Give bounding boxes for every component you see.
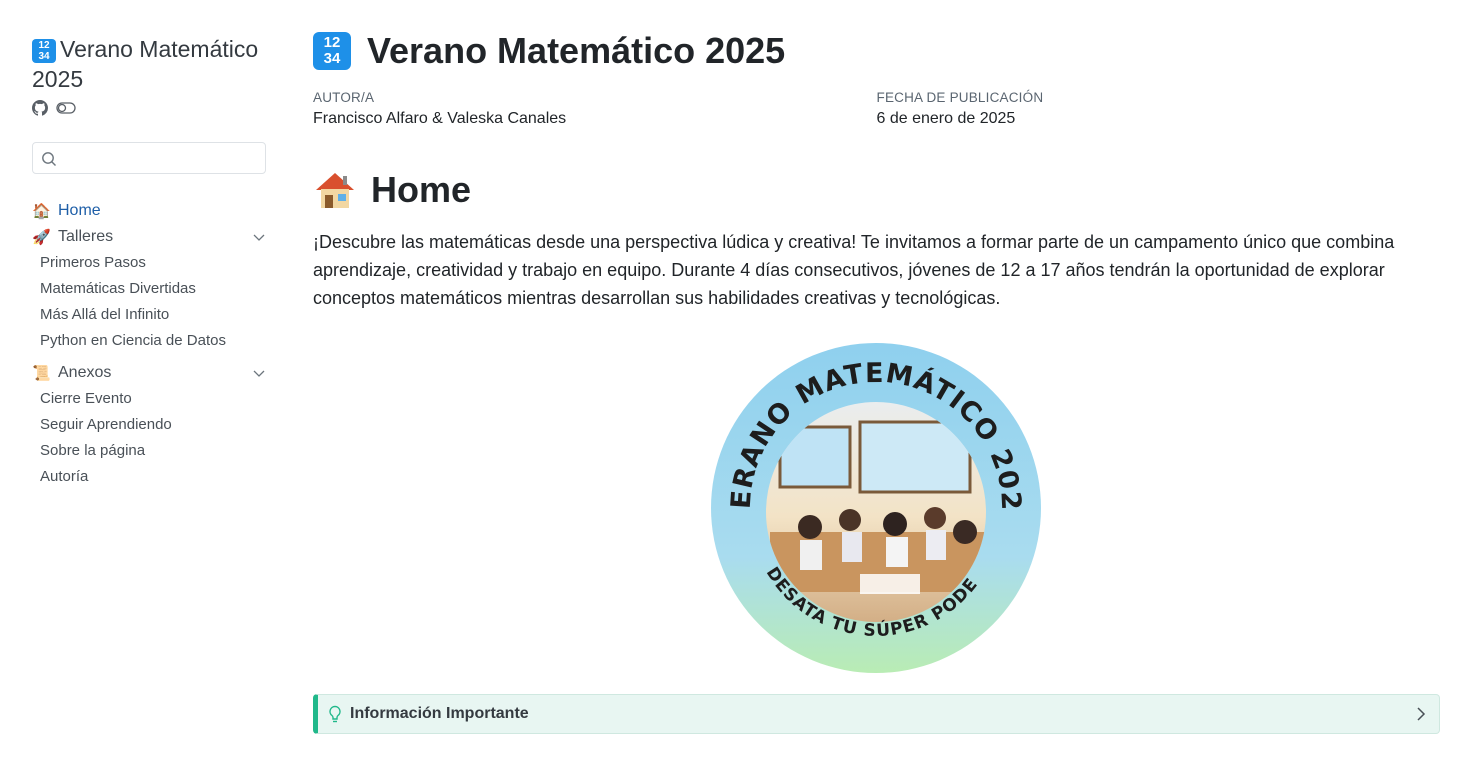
event-logo: VERANO MATEMÁTICO 2025 DESATA TU SÚPER P… <box>699 318 1042 674</box>
sidebar-item-cierre-evento[interactable]: Cierre Evento <box>32 386 266 412</box>
house-icon <box>316 173 354 208</box>
search-icon <box>42 152 56 166</box>
sidebar-item-seguir-aprendiendo[interactable]: Seguir Aprendiendo <box>32 412 266 438</box>
page-title-text: Verano Matemático 2025 <box>367 30 786 71</box>
author-block: AUTOR/A Francisco Alfaro & Valeska Canal… <box>313 90 877 128</box>
sidebar-item-primeros-pasos[interactable]: Primeros Pasos <box>32 250 266 276</box>
sidebar-nav: 🏠 Home 🚀 Talleres Primeros Pasos Matemát… <box>32 198 266 490</box>
date-value: 6 de enero de 2025 <box>876 110 1016 127</box>
sidebar-section-label: Anexos <box>58 364 112 381</box>
date-label: FECHA DE PUBLICACIÓN <box>876 90 1044 105</box>
sidebar-item-matematicas-divertidas[interactable]: Matemáticas Divertidas <box>32 276 266 302</box>
site-title-text: Verano Matemático 2025 <box>32 36 259 92</box>
house-icon: 🏠 <box>32 203 51 220</box>
author-label: AUTOR/A <box>313 90 375 105</box>
dark-mode-toggle-icon[interactable] <box>56 101 76 115</box>
sidebar-section-anexos[interactable]: 📜 Anexos <box>32 360 266 386</box>
chevron-down-icon[interactable] <box>252 230 266 244</box>
document-meta: AUTOR/A Francisco Alfaro & Valeska Canal… <box>313 90 1440 128</box>
sidebar-section-label: Talleres <box>58 228 114 245</box>
sidebar: 12 34 Verano Matemático 2025 🏠 Home 🚀 Tall… <box>32 34 266 490</box>
section-heading: Home <box>313 168 1440 212</box>
sidebar-item-label: Home <box>58 202 101 219</box>
callout-important-info[interactable]: Información Importante <box>313 694 1440 734</box>
rocket-icon: 🚀 <box>32 229 51 246</box>
sidebar-item-mas-alla-del-infinito[interactable]: Más Allá del Infinito <box>32 302 266 328</box>
lightbulb-icon <box>329 705 341 723</box>
main-content: 12 34 Verano Matemático 2025 AUTOR/A Fran… <box>313 30 1440 734</box>
chevron-down-icon[interactable] <box>252 366 266 380</box>
section-heading-text: Home <box>371 169 472 210</box>
chevron-right-icon[interactable] <box>1415 706 1427 722</box>
sidebar-item-home[interactable]: 🏠 Home <box>32 198 266 224</box>
sidebar-item-sobre-la-pagina[interactable]: Sobre la página <box>32 438 266 464</box>
sidebar-tools <box>32 100 266 116</box>
scroll-icon: 📜 <box>32 365 51 382</box>
date-block: FECHA DE PUBLICACIÓN 6 de enero de 2025 <box>877 90 1441 128</box>
author-value: Francisco Alfaro & Valeska Canales <box>313 110 567 127</box>
search-input[interactable] <box>63 143 259 173</box>
numbers-icon: 12 34 <box>313 32 351 70</box>
callout-title: Información Importante <box>350 705 529 722</box>
sidebar-section-talleres[interactable]: 🚀 Talleres <box>32 224 266 250</box>
page-title: 12 34 Verano Matemático 2025 <box>313 30 1440 72</box>
site-title[interactable]: 12 34 Verano Matemático 2025 <box>32 34 266 94</box>
github-icon[interactable] <box>32 100 48 116</box>
numbers-icon: 12 34 <box>32 39 56 63</box>
sidebar-item-python-ciencia-datos[interactable]: Python en Ciencia de Datos <box>32 328 266 354</box>
intro-paragraph: ¡Descubre las matemáticas desde una pers… <box>313 232 1395 308</box>
sidebar-item-autoria[interactable]: Autoría <box>32 464 266 490</box>
search-box[interactable] <box>32 142 266 174</box>
